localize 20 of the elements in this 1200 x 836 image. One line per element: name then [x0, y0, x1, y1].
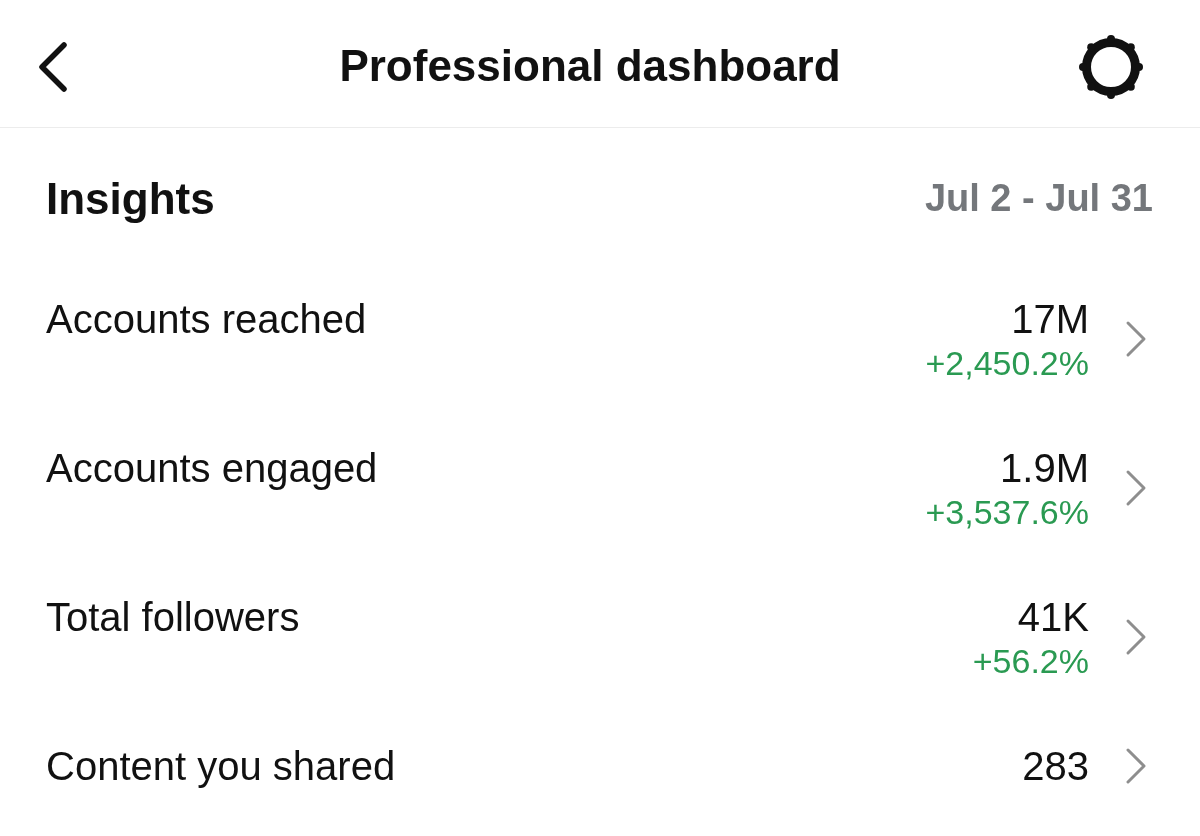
metric-label: Accounts reached: [46, 295, 367, 343]
metric-value: 283: [1022, 742, 1089, 790]
chevron-left-icon[interactable]: [37, 40, 69, 93]
chevron-right-icon[interactable]: [1125, 618, 1147, 656]
chevron-right-icon[interactable]: [1125, 320, 1147, 358]
metric-label: Accounts engaged: [46, 444, 378, 492]
metric-value: 17M: [1011, 295, 1089, 343]
metric-change: +2,450.2%: [925, 342, 1089, 384]
metric-value: 41K: [1017, 593, 1089, 641]
date-range: Jul 2 - Jul 31: [924, 177, 1153, 222]
settings-icon[interactable]: [1079, 34, 1143, 99]
metric-change: +3,537.6%: [925, 491, 1089, 533]
page-title: Professional dashboard: [339, 41, 841, 92]
metric-label: Total followers: [46, 593, 300, 641]
chevron-right-icon[interactable]: [1125, 469, 1147, 507]
metric-value: 1.9M: [1000, 444, 1089, 492]
chevron-right-icon[interactable]: [1125, 746, 1147, 785]
metric-change: +56.2%: [972, 640, 1089, 682]
metric-label: Content you shared: [46, 742, 396, 790]
section-title: Insights: [46, 174, 215, 225]
